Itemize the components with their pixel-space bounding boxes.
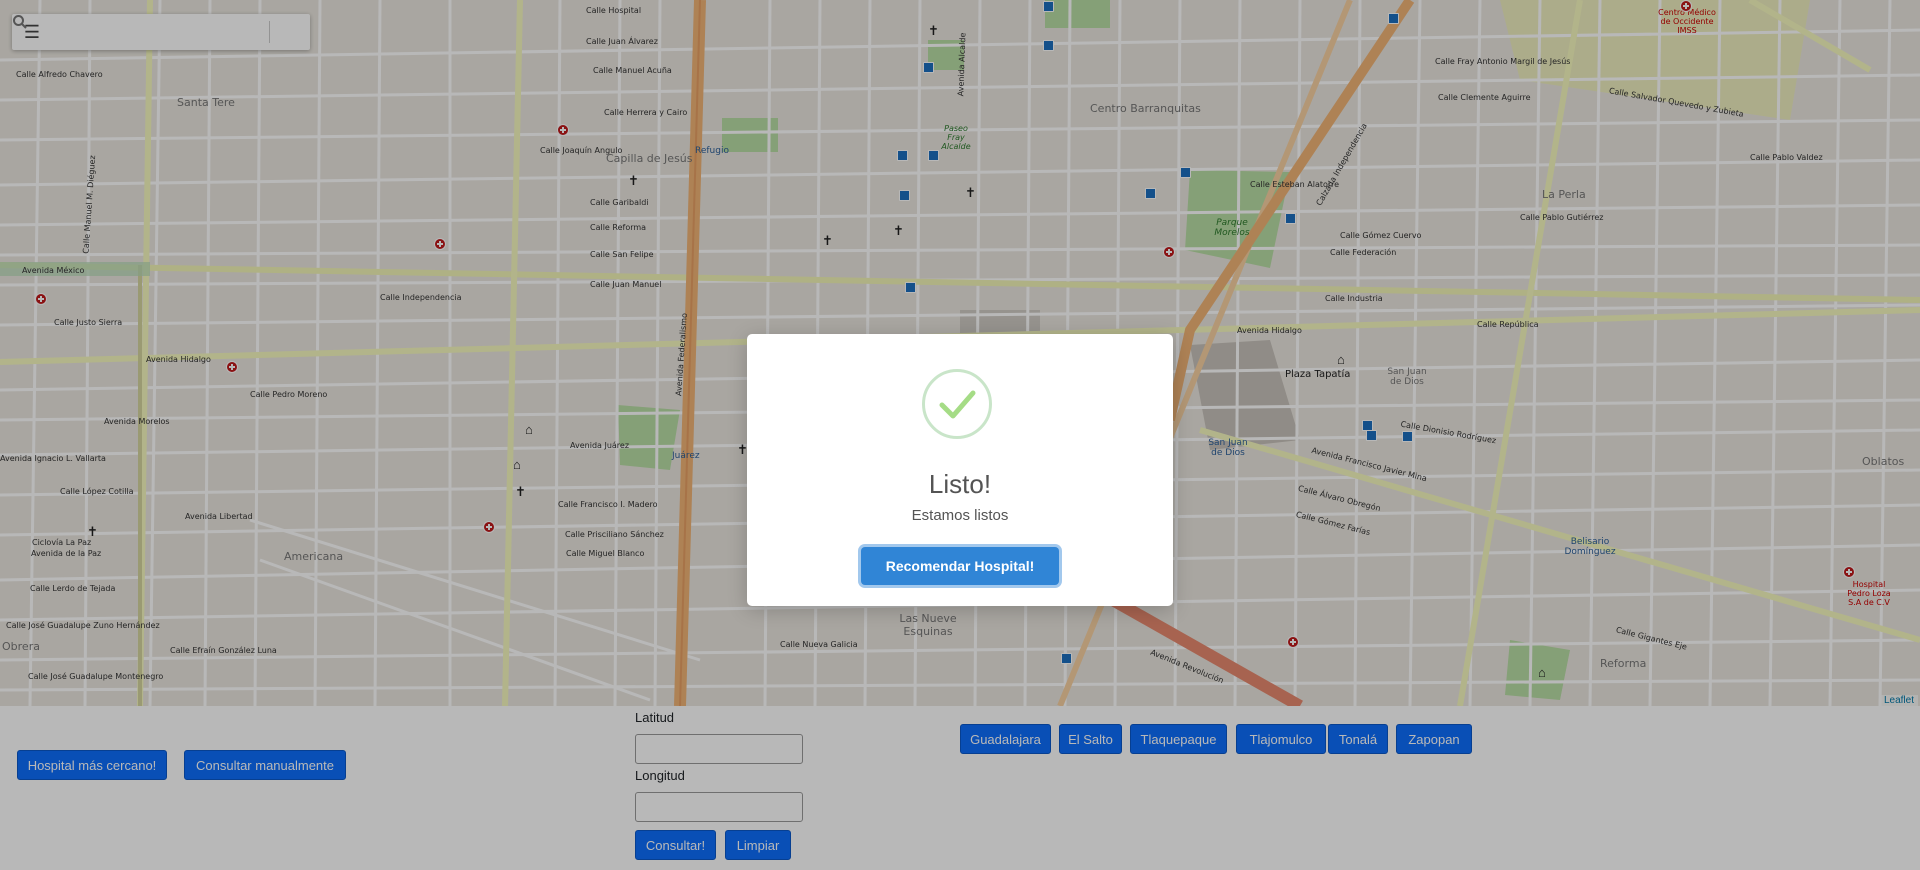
success-modal: Listo! Estamos listos Recomendar Hospita…: [747, 334, 1173, 606]
modal-title: Listo!: [928, 469, 992, 499]
recommend-hospital-button[interactable]: Recomendar Hospital!: [861, 547, 1059, 585]
success-check-icon: [922, 369, 992, 439]
modal-message: Estamos listos: [911, 507, 1009, 524]
